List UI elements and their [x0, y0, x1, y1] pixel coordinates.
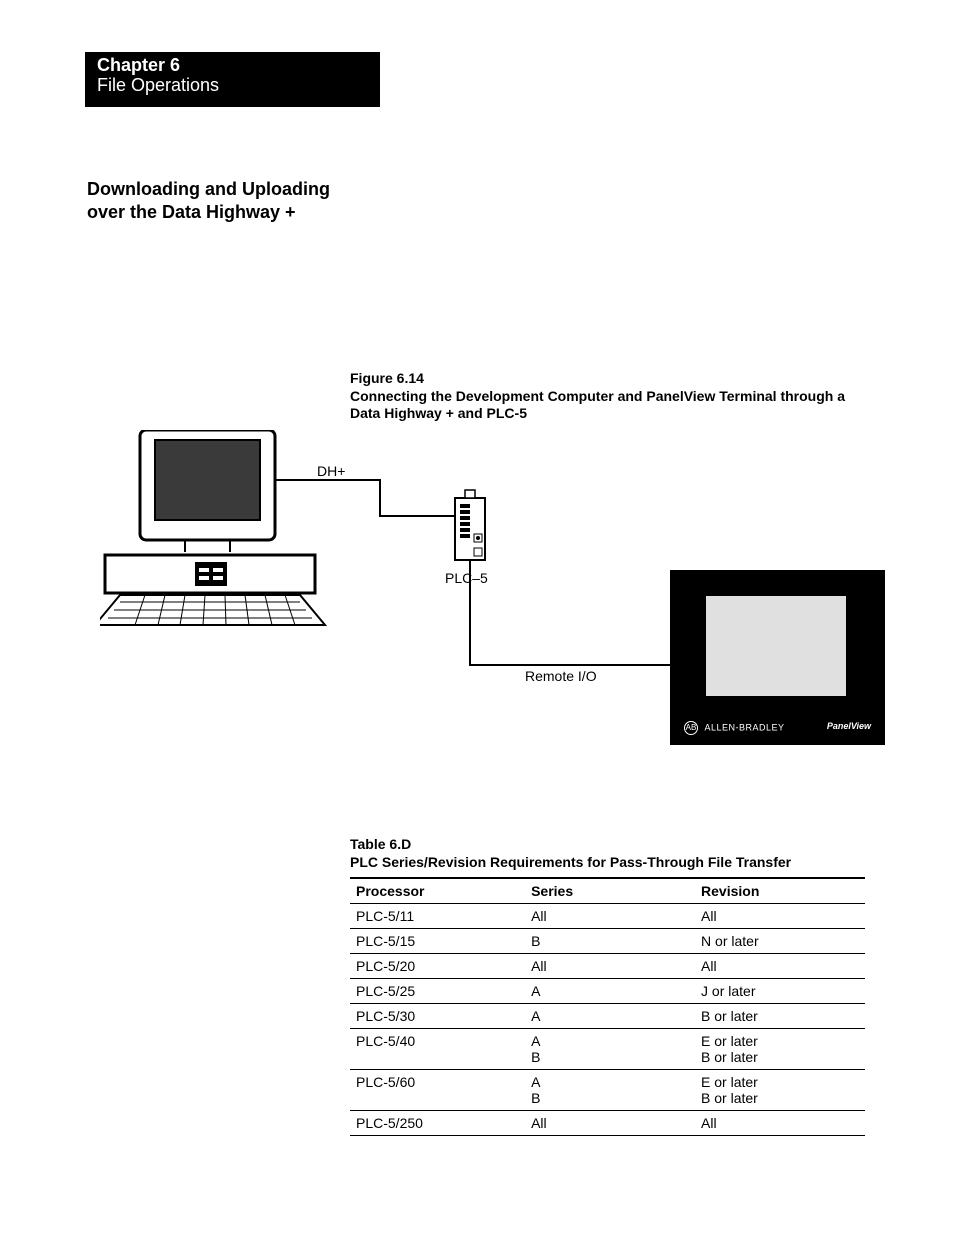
- label-plc5: PLC–5: [445, 570, 488, 586]
- panelview-model: PanelView: [827, 721, 871, 735]
- cell-processor: PLC-5/20: [350, 954, 525, 979]
- cell-series: All: [525, 1111, 695, 1136]
- table-row: PLC-5/11 All All: [350, 904, 865, 929]
- allen-bradley-logo-icon: AB: [684, 721, 698, 735]
- cell-revision: All: [695, 954, 865, 979]
- cell-series: A: [525, 1004, 695, 1029]
- table-row: PLC-5/20 All All: [350, 954, 865, 979]
- cell-series: A B: [525, 1070, 695, 1111]
- dhplus-wire: [275, 480, 470, 516]
- remote-io-wire: [470, 560, 670, 665]
- cell-revision: B or later: [695, 1004, 865, 1029]
- table-row: PLC-5/250 All All: [350, 1111, 865, 1136]
- table-row: PLC-5/30 A B or later: [350, 1004, 865, 1029]
- col-header-revision: Revision: [695, 878, 865, 904]
- cell-series: All: [525, 954, 695, 979]
- cell-processor: PLC-5/30: [350, 1004, 525, 1029]
- cell-series: A B: [525, 1029, 695, 1070]
- cell-revision: All: [695, 904, 865, 929]
- cell-revision: E or later B or later: [695, 1070, 865, 1111]
- label-dhplus: DH+: [317, 463, 345, 479]
- label-remote-io: Remote I/O: [525, 668, 597, 684]
- table-row: PLC-5/40 A B E or later B or later: [350, 1029, 865, 1070]
- table-row: PLC-5/25 A J or later: [350, 979, 865, 1004]
- cell-processor: PLC-5/25: [350, 979, 525, 1004]
- cell-series: A: [525, 979, 695, 1004]
- table-number: Table 6.D: [350, 836, 411, 852]
- cell-revision: E or later B or later: [695, 1029, 865, 1070]
- table-block: Table 6.D PLC Series/Revision Requiremen…: [350, 835, 865, 1136]
- chapter-header: Chapter 6 File Operations: [85, 52, 380, 107]
- figure-caption: Figure 6.14 Connecting the Development C…: [350, 370, 870, 423]
- table-caption-text: PLC Series/Revision Requirements for Pas…: [350, 854, 791, 870]
- cell-processor: PLC-5/40: [350, 1029, 525, 1070]
- table-row: PLC-5/60 A B E or later B or later: [350, 1070, 865, 1111]
- cell-processor: PLC-5/15: [350, 929, 525, 954]
- cell-processor: PLC-5/11: [350, 904, 525, 929]
- col-header-processor: Processor: [350, 878, 525, 904]
- section-heading: Downloading and Uploading over the Data …: [87, 178, 330, 223]
- panelview-screen: [696, 586, 856, 706]
- computer-icon: [100, 430, 325, 625]
- cell-revision: All: [695, 1111, 865, 1136]
- table-header-row: Processor Series Revision: [350, 878, 865, 904]
- figure-number: Figure 6.14: [350, 370, 870, 388]
- plc-requirements-table: Processor Series Revision PLC-5/11 All A…: [350, 877, 865, 1136]
- cell-processor: PLC-5/250: [350, 1111, 525, 1136]
- cell-series: B: [525, 929, 695, 954]
- col-header-series: Series: [525, 878, 695, 904]
- cell-series: All: [525, 904, 695, 929]
- plc5-icon: [455, 490, 485, 560]
- table-caption: Table 6.D PLC Series/Revision Requiremen…: [350, 835, 865, 871]
- panelview-brand: ALLEN-BRADLEY: [705, 722, 785, 732]
- chapter-title: Chapter 6: [97, 56, 380, 76]
- panelview-footer: AB ALLEN-BRADLEY PanelView: [674, 721, 881, 735]
- cell-revision: N or later: [695, 929, 865, 954]
- figure-caption-text: Connecting the Development Computer and …: [350, 388, 845, 422]
- chapter-subtitle: File Operations: [97, 76, 380, 96]
- table-row: PLC-5/15 B N or later: [350, 929, 865, 954]
- cell-revision: J or later: [695, 979, 865, 1004]
- panelview-terminal-icon: AB ALLEN-BRADLEY PanelView: [670, 570, 885, 745]
- cell-processor: PLC-5/60: [350, 1070, 525, 1111]
